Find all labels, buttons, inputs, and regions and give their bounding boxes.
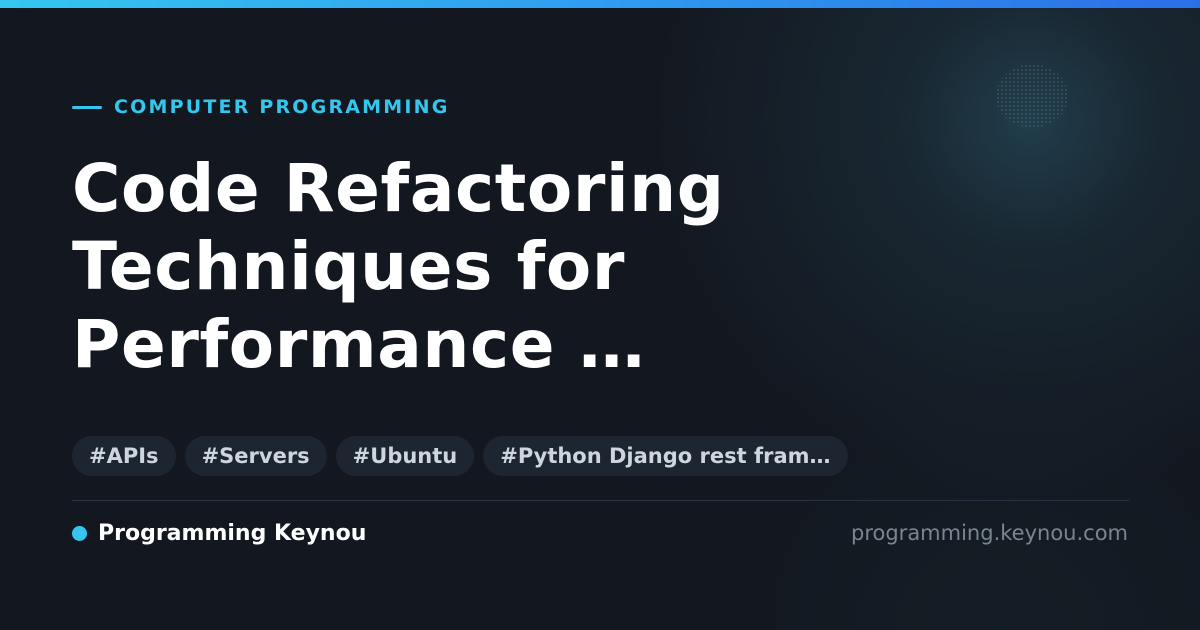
brand-dot-icon xyxy=(72,525,87,541)
tag-ubuntu[interactable]: #Ubuntu xyxy=(335,436,475,476)
tag-servers[interactable]: #Servers xyxy=(184,436,327,476)
title-line: Techniques for xyxy=(72,228,625,305)
og-card: COMPUTER PROGRAMMING Code Refactoring Te… xyxy=(0,0,1200,630)
footer-divider xyxy=(72,500,1129,501)
category-dash-icon xyxy=(72,105,102,109)
article-title: Code Refactoring Techniques for Performa… xyxy=(72,150,1072,384)
category-label: COMPUTER PROGRAMMING xyxy=(114,96,450,118)
brand-name: Programming Keynou xyxy=(98,520,367,546)
title-line: Performance … xyxy=(72,306,646,383)
tag-apis[interactable]: #APIs xyxy=(72,436,176,476)
site-url[interactable]: programming.keynou.com xyxy=(851,519,1128,547)
title-line: Code Refactoring xyxy=(72,150,725,227)
tag-list: #APIs #Servers #Ubuntu #Python Django re… xyxy=(72,436,848,476)
brand: Programming Keynou xyxy=(72,519,366,547)
tag-python-django[interactable]: #Python Django rest fram… xyxy=(483,436,848,476)
top-accent-bar xyxy=(0,0,1200,8)
category-row: COMPUTER PROGRAMMING xyxy=(72,94,450,120)
decorative-dot-pattern xyxy=(996,64,1068,128)
